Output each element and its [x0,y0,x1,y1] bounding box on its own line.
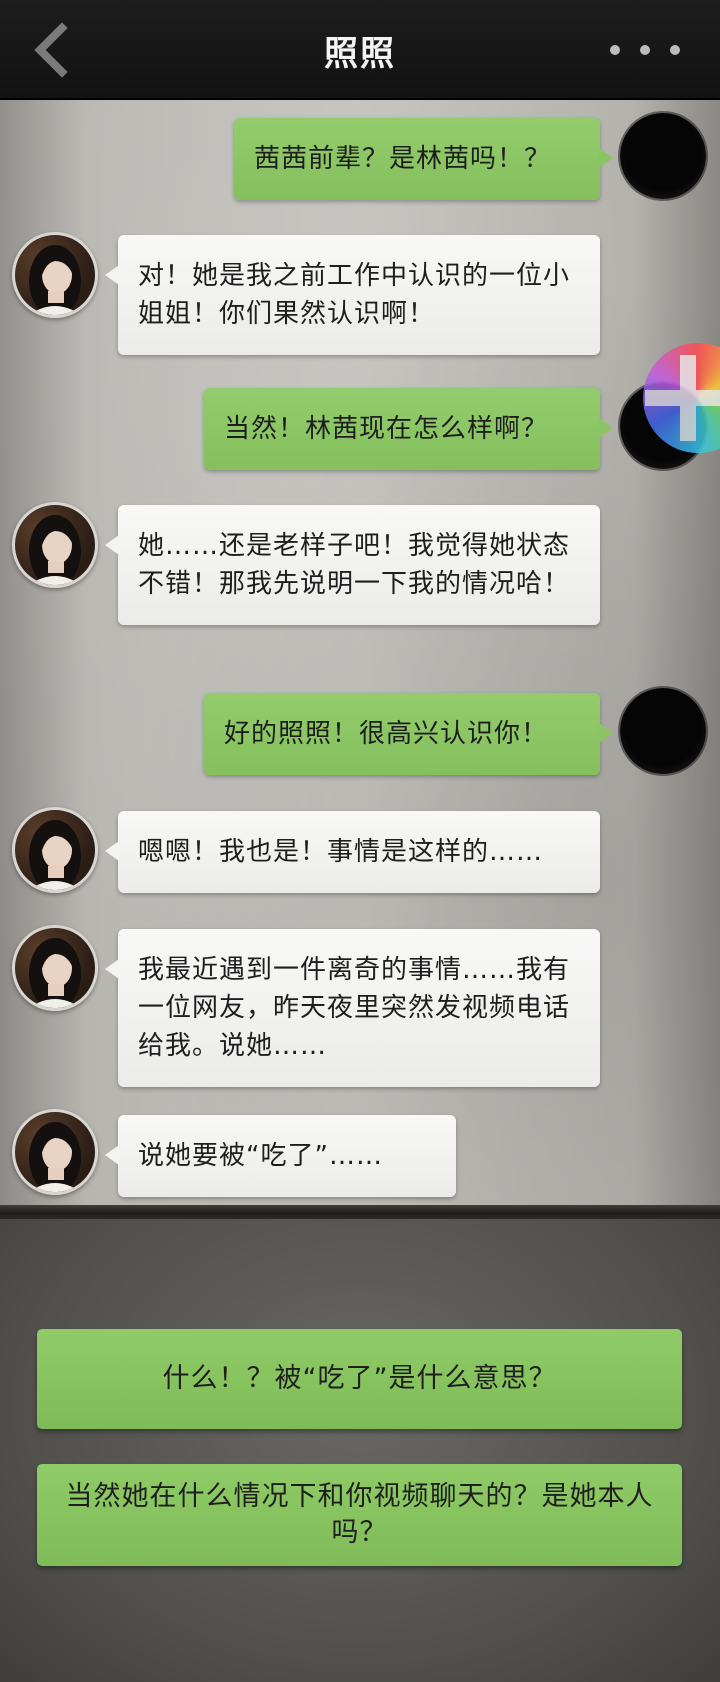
message-bubble-incoming: 说她要被“吃了”…… [105,1115,456,1197]
message-bubble-incoming: 她……还是老样子吧！我觉得她状态不错！那我先说明一下我的情况哈！ [105,505,600,625]
message-text: 她……还是老样子吧！我觉得她状态不错！那我先说明一下我的情况哈！ [138,531,571,599]
more-dots-icon [610,45,620,55]
message-bubble-incoming: 嗯嗯！我也是！事情是这样的…… [105,811,600,893]
portrait-image [29,938,81,1008]
portrait-image [29,820,81,890]
portrait-image [29,515,81,585]
reply-option-2[interactable]: 当然她在什么情况下和你视频聊天的？是她本人吗？ [37,1464,682,1566]
more-dot [640,45,650,55]
chat-divider [0,1205,720,1219]
contact-avatar[interactable] [12,925,98,1011]
contact-avatar[interactable] [12,502,98,588]
message-text: 嗯嗯！我也是！事情是这样的…… [138,837,544,867]
message-text: 对！她是我之前工作中认识的一位小姐姐！你们果然认识啊！ [138,261,571,329]
message-bubble-incoming: 我最近遇到一件离奇的事情……我有一位网友，昨天夜里突然发视频电话给我。说她…… [105,929,600,1087]
reply-option-1[interactable]: 什么！？被“吃了”是什么意思？ [37,1329,682,1429]
reply-options-panel: 什么！？被“吃了”是什么意思？ 当然她在什么情况下和你视频聊天的？是她本人吗？ [0,1219,720,1682]
contact-avatar[interactable] [12,807,98,893]
more-dot [670,45,680,55]
portrait-image [29,245,81,315]
floating-menu-button[interactable] [643,343,720,453]
contact-avatar[interactable] [12,1109,98,1195]
option-text: 什么！？被“吃了”是什么意思？ [162,1363,557,1394]
message-text: 说她要被“吃了”…… [138,1141,383,1171]
message-bubble-outgoing: 茜茜前辈？是林茜吗！？ [234,118,613,200]
gamepad-icon [645,355,720,441]
more-options-button[interactable] [610,38,680,62]
chat-area[interactable]: 茜茜前辈？是林茜吗！？ 对！她是我之前工作中认识的一位小姐姐！你们果然认识啊！ … [0,100,720,1215]
message-bubble-outgoing: 当然！林茜现在怎么样啊？ [204,388,613,470]
option-text: 当然她在什么情况下和你视频聊天的？是她本人吗？ [65,1481,654,1548]
message-text: 当然！林茜现在怎么样啊？ [224,414,549,444]
message-bubble-incoming: 对！她是我之前工作中认识的一位小姐姐！你们果然认识啊！ [105,235,600,355]
message-bubble-outgoing: 好的照照！很高兴认识你！ [204,693,613,775]
message-text: 好的照照！很高兴认识你！ [224,719,549,749]
contact-avatar[interactable] [12,232,98,318]
player-avatar [620,688,706,774]
player-avatar [620,113,706,199]
portrait-image [29,1122,81,1192]
top-bar: 照照 [0,0,720,100]
message-text: 我最近遇到一件离奇的事情……我有一位网友，昨天夜里突然发视频电话给我。说她…… [138,955,571,1061]
message-text: 茜茜前辈？是林茜吗！？ [254,144,552,174]
